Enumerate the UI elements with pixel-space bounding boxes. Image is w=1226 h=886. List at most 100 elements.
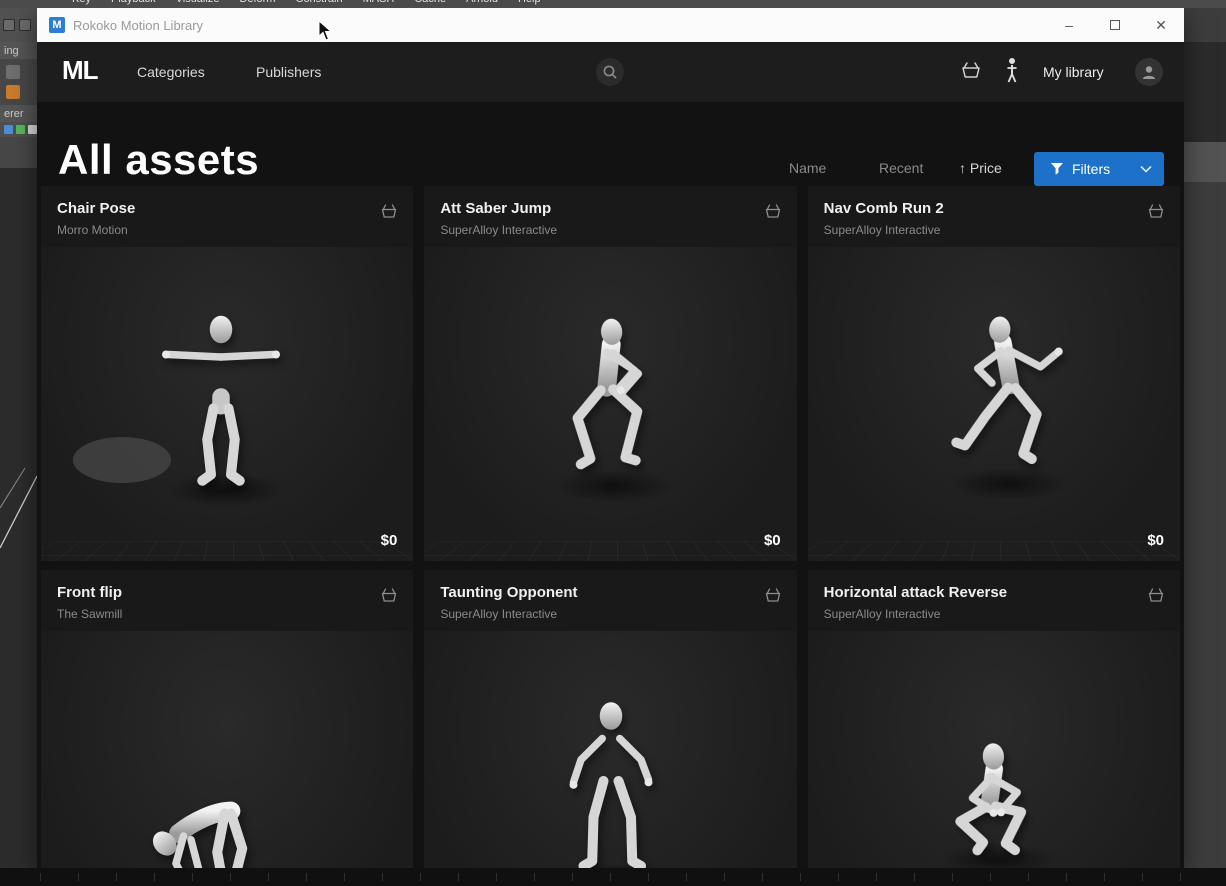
asset-title: Nav Comb Run 2 <box>823 200 944 217</box>
mannequin-figure <box>152 801 248 868</box>
host-mini-icon[interactable] <box>16 125 25 134</box>
host-viewport-sliver <box>0 168 37 868</box>
search-button[interactable] <box>596 58 624 86</box>
app-logo-icon: M <box>49 17 65 33</box>
ml-logo[interactable]: ML <box>62 55 99 86</box>
host-menu-item[interactable]: MASH <box>363 0 395 5</box>
asset-card[interactable]: Taunting Opponent SuperAlloy Interactive <box>424 570 797 868</box>
asset-title: Front flip <box>57 584 122 601</box>
asset-title: Chair Pose <box>57 200 136 217</box>
add-to-cart-icon[interactable] <box>763 586 783 609</box>
host-panel-block <box>1184 42 1226 142</box>
mannequin-figure <box>950 316 1063 464</box>
mannequin-icon <box>1007 58 1017 83</box>
asset-publisher[interactable]: SuperAlloy Interactive <box>824 223 944 237</box>
host-timeline[interactable] <box>0 868 1226 886</box>
mannequin-figure <box>162 315 280 486</box>
host-menu-item[interactable]: Arnold <box>466 0 498 5</box>
page-header: All assets Name Recent ↑ Price Filters <box>37 102 1184 186</box>
asset-preview[interactable] <box>424 631 797 868</box>
asset-price: $0 <box>1147 532 1164 549</box>
basket-icon <box>962 62 980 78</box>
sort-by-name[interactable]: Name <box>789 160 826 176</box>
asset-publisher[interactable]: SuperAlloy Interactive <box>824 607 1007 621</box>
filter-funnel-icon <box>1051 163 1063 175</box>
add-to-cart-icon[interactable] <box>379 586 399 609</box>
asset-publisher[interactable]: SuperAlloy Interactive <box>440 607 577 621</box>
grid-floor <box>424 541 797 561</box>
host-panel-label: erer <box>0 105 37 122</box>
asset-preview[interactable]: $0 <box>424 247 797 561</box>
asset-card[interactable]: Nav Comb Run 2 SuperAlloy Interactive $0 <box>807 186 1180 561</box>
asset-publisher[interactable]: Morro Motion <box>57 223 135 237</box>
host-panel-block <box>1184 142 1226 182</box>
host-tool-icon[interactable] <box>6 65 20 79</box>
sort-by-recent[interactable]: Recent <box>879 160 923 176</box>
mannequin-figure <box>569 702 653 868</box>
my-library-link[interactable]: My library <box>1043 42 1104 102</box>
asset-title: Horizontal attack Reverse <box>823 584 1008 601</box>
host-menu-item[interactable]: Key <box>72 0 91 5</box>
sort-price-label: Price <box>969 160 1002 176</box>
host-menu-item[interactable]: Constrain <box>296 0 343 5</box>
add-to-cart-icon[interactable] <box>1146 586 1166 609</box>
search-icon <box>603 65 617 79</box>
asset-title: Taunting Opponent <box>440 584 578 601</box>
host-menu-item[interactable]: Cache <box>414 0 446 5</box>
host-toolbar <box>0 8 37 42</box>
host-tool-icon[interactable] <box>6 85 20 99</box>
asset-publisher[interactable]: SuperAlloy Interactive <box>440 223 557 237</box>
host-left-panel: ing erer <box>0 8 37 868</box>
account-button[interactable] <box>1135 58 1163 86</box>
asset-title: Att Saber Jump <box>440 200 552 217</box>
host-menu-item[interactable]: Deform <box>239 0 275 5</box>
host-right-panel <box>1184 8 1226 868</box>
rokoko-motion-library-window: M Rokoko Motion Library – ✕ ML Categorie… <box>37 8 1184 868</box>
host-menu-item[interactable]: Help <box>518 0 541 5</box>
mannequin-figure <box>955 743 1026 856</box>
mouse-cursor <box>318 20 333 41</box>
cart-button[interactable] <box>959 59 983 86</box>
asset-publisher[interactable]: The Sawmill <box>57 607 122 621</box>
timeline-ticks <box>40 873 1216 881</box>
add-to-cart-icon[interactable] <box>379 202 399 225</box>
sort-direction-arrow: ↑ <box>959 160 966 176</box>
host-menu-item[interactable]: Playback <box>111 0 156 5</box>
host-menubar: Key Playback Visualize Deform Constrain … <box>0 0 1226 8</box>
mannequin-figure <box>572 318 643 470</box>
host-tool-icon[interactable] <box>3 19 15 31</box>
user-icon <box>1143 66 1155 79</box>
page-title: All assets <box>58 136 260 183</box>
grid-floor <box>41 541 414 561</box>
asset-grid: Chair Pose Morro Motion $0 Att Saber Jum… <box>37 186 1184 868</box>
minimize-button[interactable]: – <box>1046 8 1092 42</box>
host-menu-item[interactable]: Visualize <box>176 0 220 5</box>
window-titlebar[interactable]: M Rokoko Motion Library – ✕ <box>37 8 1184 42</box>
asset-card[interactable]: Front flip The Sawmill <box>41 570 414 868</box>
add-to-cart-icon[interactable] <box>763 202 783 225</box>
filters-button[interactable]: Filters <box>1034 152 1164 186</box>
sort-by-price[interactable]: ↑ Price <box>959 160 1002 176</box>
maximize-icon <box>1110 20 1120 30</box>
asset-card[interactable]: Att Saber Jump SuperAlloy Interactive $0 <box>424 186 797 561</box>
asset-preview[interactable]: $0 <box>807 247 1180 561</box>
top-navigation: ML Categories Publishers My library <box>37 42 1184 102</box>
wireframe-lines-icon <box>0 467 37 549</box>
add-to-cart-icon[interactable] <box>1146 202 1166 225</box>
filters-label: Filters <box>1072 161 1111 177</box>
asset-preview[interactable]: $0 <box>41 247 414 561</box>
asset-card[interactable]: Horizontal attack Reverse SuperAlloy Int… <box>807 570 1180 868</box>
asset-preview[interactable] <box>807 631 1180 868</box>
asset-preview[interactable] <box>41 631 414 868</box>
character-button[interactable] <box>1005 57 1019 90</box>
chevron-down-icon <box>1140 165 1152 173</box>
asset-card[interactable]: Chair Pose Morro Motion $0 <box>41 186 414 561</box>
nav-publishers[interactable]: Publishers <box>256 42 321 102</box>
maximize-button[interactable] <box>1092 8 1138 42</box>
close-button[interactable]: ✕ <box>1138 8 1184 42</box>
host-tool-icon[interactable] <box>19 19 31 31</box>
nav-categories[interactable]: Categories <box>137 42 205 102</box>
host-mini-icon[interactable] <box>28 125 37 134</box>
host-panel-label: ing <box>0 42 37 59</box>
host-mini-icon[interactable] <box>4 125 13 134</box>
